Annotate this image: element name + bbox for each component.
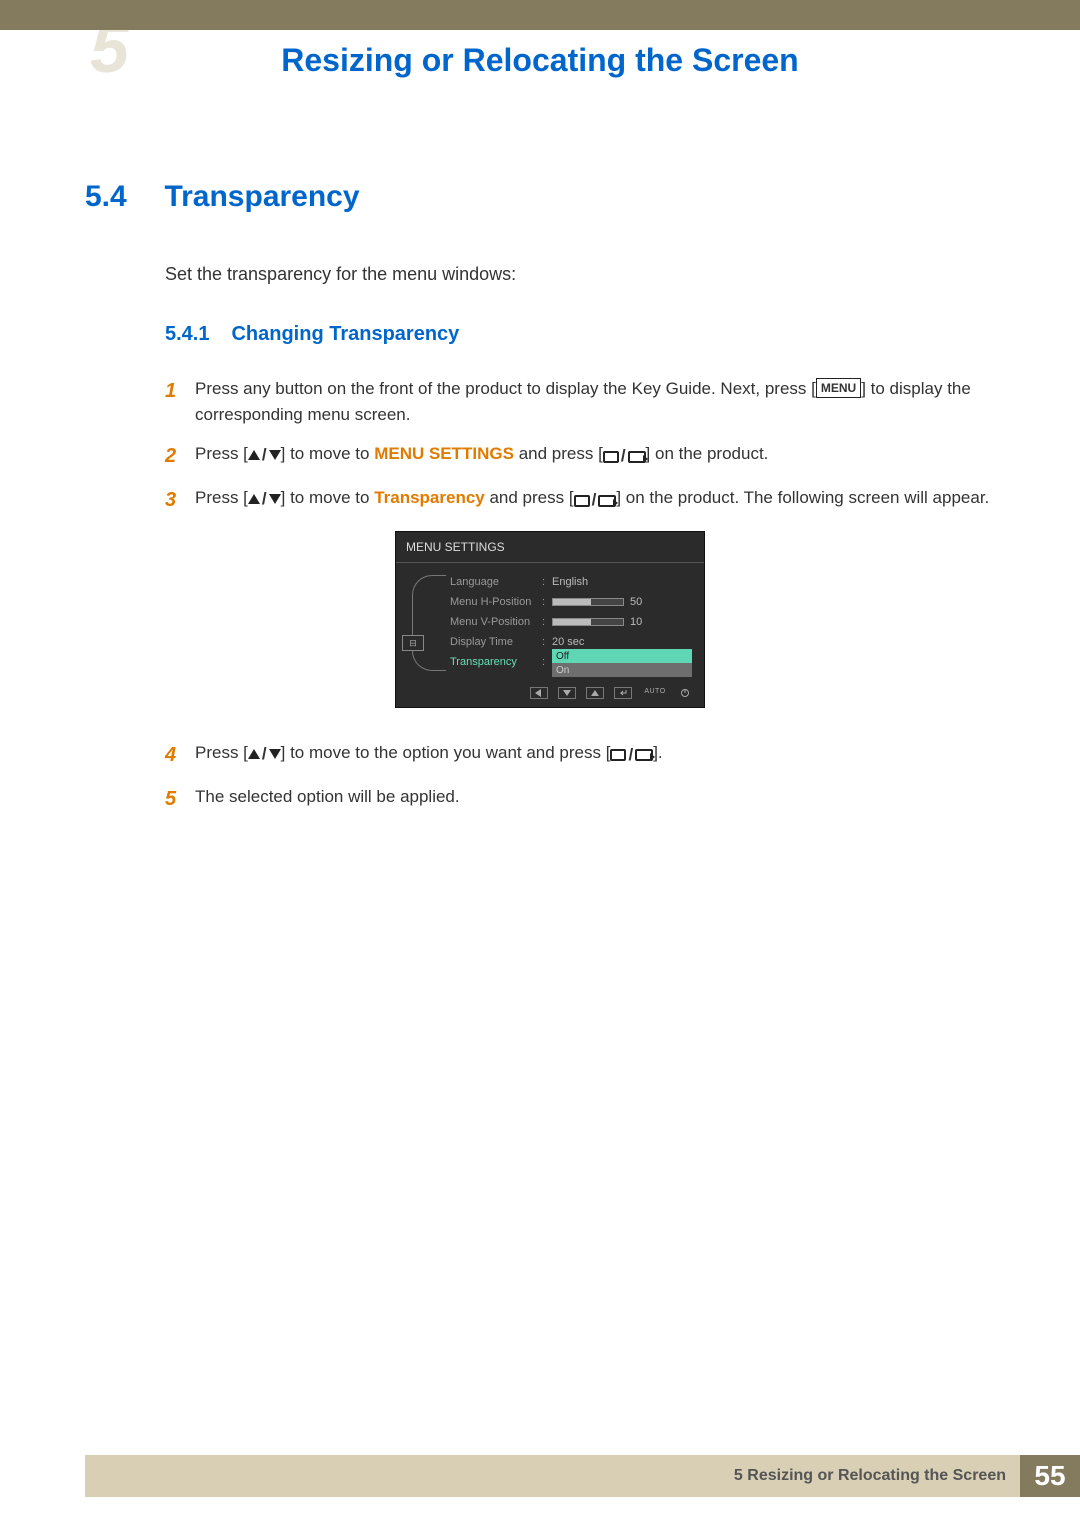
osd-nav-bar: AUTO (396, 687, 704, 703)
step-text: Press [ (195, 743, 248, 762)
step-5: 5 The selected option will be applied. (165, 784, 995, 814)
step-text: Press any button on the front of the pro… (195, 379, 816, 398)
up-down-icon: / (248, 486, 281, 512)
osd-option-on: On (552, 663, 692, 677)
step-number: 4 (165, 740, 195, 770)
transparency-label: Transparency (374, 488, 485, 507)
step-text: ] to move to (281, 444, 375, 463)
step-3: 3 Press [/] to move to Transparency and … (165, 485, 995, 726)
nav-up-icon (586, 687, 604, 699)
nav-auto-label: AUTO (642, 687, 668, 699)
step-text: Press [ (195, 488, 248, 507)
subsection-title: Changing Transparency (231, 323, 459, 345)
osd-label: Transparency (450, 654, 542, 671)
source-enter-icon: / (610, 742, 653, 768)
osd-value: English (552, 574, 692, 591)
osd-value: 50 (630, 596, 642, 608)
osd-dropdown: Off On (552, 649, 692, 677)
page-number: 55 (1020, 1455, 1080, 1497)
source-enter-icon: / (574, 487, 617, 513)
footer-text: 5 Resizing or Relocating the Screen (85, 1455, 1020, 1497)
osd-slider-icon (552, 618, 624, 626)
subsection-heading: 5.4.1 Changing Transparency (165, 323, 995, 346)
section-intro: Set the transparency for the menu window… (165, 264, 995, 285)
source-enter-icon: / (603, 443, 646, 469)
subsection-number: 5.4.1 (165, 323, 227, 346)
up-down-icon: / (248, 442, 281, 468)
step-text: Press [ (195, 444, 248, 463)
step-text: ] on the product. (646, 444, 769, 463)
osd-screenshot: MENU SETTINGS ⊟ Language: English (395, 531, 705, 708)
step-text: The selected option will be applied. (195, 787, 460, 806)
osd-title: MENU SETTINGS (396, 532, 704, 563)
osd-row-transparency: Transparency: Off On (450, 653, 692, 673)
nav-power-icon (678, 687, 692, 699)
osd-label: Menu V-Position (450, 614, 542, 631)
nav-down-icon (558, 687, 576, 699)
step-2: 2 Press [/] to move to MENU SETTINGS and… (165, 441, 995, 471)
menu-button-label: MENU (816, 378, 861, 398)
osd-arc-icon (412, 575, 446, 671)
step-number: 5 (165, 784, 195, 814)
section-number: 5.4 (85, 180, 160, 214)
section-heading: 5.4 Transparency (85, 180, 995, 214)
nav-left-icon (530, 687, 548, 699)
step-text: and press [ (485, 488, 574, 507)
step-1: 1 Press any button on the front of the p… (165, 376, 995, 427)
footer: 5 Resizing or Relocating the Screen 55 (85, 1455, 1080, 1497)
up-down-icon: / (248, 741, 281, 767)
step-text: and press [ (514, 444, 603, 463)
step-number: 2 (165, 441, 195, 471)
osd-option-off: Off (552, 649, 692, 663)
menu-settings-label: MENU SETTINGS (374, 444, 514, 463)
step-text: ] to move to (281, 488, 375, 507)
nav-enter-icon (614, 687, 632, 699)
top-bar (0, 0, 1080, 30)
osd-slider-icon (552, 598, 624, 606)
step-text: ] on the product. The following screen w… (616, 488, 989, 507)
osd-row-hposition: Menu H-Position: 50 (450, 593, 692, 613)
osd-row-language: Language: English (450, 573, 692, 593)
step-4: 4 Press [/] to move to the option you wa… (165, 740, 995, 770)
osd-value: 10 (630, 616, 642, 628)
step-text: ] to move to the option you want and pre… (281, 743, 611, 762)
step-number: 3 (165, 485, 195, 515)
chapter-title: Resizing or Relocating the Screen (0, 30, 1080, 79)
osd-chip-icon: ⊟ (402, 635, 424, 651)
osd-row-vposition: Menu V-Position: 10 (450, 613, 692, 633)
step-number: 1 (165, 376, 195, 406)
osd-label: Language (450, 574, 542, 591)
section-title: Transparency (164, 180, 359, 213)
osd-label: Menu H-Position (450, 594, 542, 611)
osd-label: Display Time (450, 634, 542, 651)
